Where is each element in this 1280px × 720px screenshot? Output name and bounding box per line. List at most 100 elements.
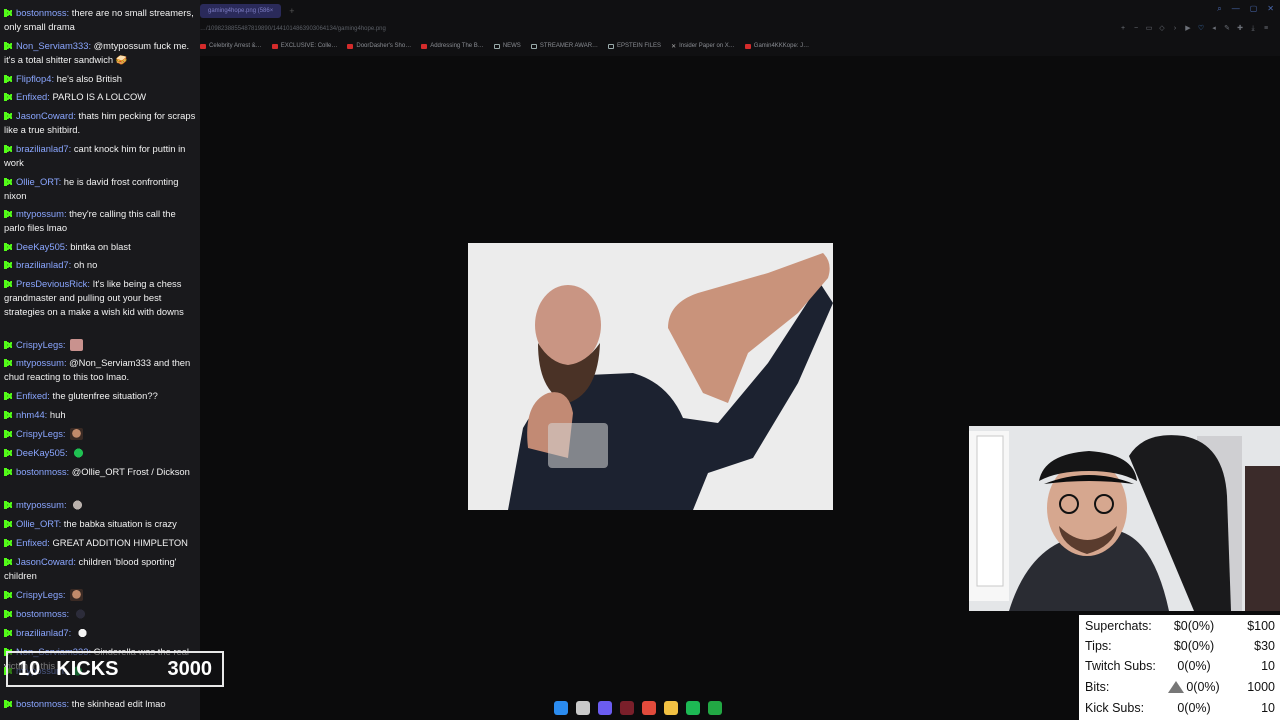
chrome-icon[interactable] bbox=[642, 701, 656, 715]
stat-goal: 1000 bbox=[1247, 680, 1275, 694]
chat-username[interactable]: bostonmoss bbox=[16, 7, 67, 18]
kick-badge-icon bbox=[4, 341, 12, 349]
restore-icon[interactable]: ▢ bbox=[1250, 4, 1258, 14]
zoom-in-icon[interactable]: + bbox=[1119, 25, 1127, 33]
heart-icon[interactable]: ♡ bbox=[1197, 25, 1205, 33]
folder-icon[interactable] bbox=[664, 701, 678, 715]
search-icon[interactable] bbox=[576, 701, 590, 715]
bookmark-item[interactable]: Addressing The B… bbox=[421, 43, 484, 49]
chat-username[interactable]: JasonCoward bbox=[16, 110, 73, 121]
bookmark-item[interactable]: Gamin4KKKope: J… bbox=[744, 43, 809, 49]
bookmarks-bar: Celebrity Arrest &… EXCLUSIVE: Colle… Door… bbox=[200, 40, 809, 52]
new-tab-button[interactable]: + bbox=[285, 6, 298, 16]
chat-username[interactable]: bostonmoss bbox=[16, 698, 67, 709]
close-icon[interactable]: ✕ bbox=[1267, 4, 1274, 14]
discord-icon[interactable] bbox=[598, 701, 612, 715]
stat-value-cell: $0(0%) bbox=[1159, 636, 1229, 656]
chat-username[interactable]: DeeKay505 bbox=[16, 241, 65, 252]
chat-username[interactable]: CrispyLegs bbox=[16, 339, 63, 350]
chat-username[interactable]: Ollie_ORT bbox=[16, 518, 59, 529]
bookmark-label: Insider Paper on X… bbox=[679, 43, 735, 49]
tab-icon[interactable]: ▭ bbox=[1145, 25, 1153, 33]
xbox-icon[interactable] bbox=[708, 701, 722, 715]
puzzle-icon[interactable]: ✚ bbox=[1236, 25, 1244, 33]
kick-badge-icon bbox=[4, 178, 12, 186]
chat-username[interactable]: JasonCoward bbox=[16, 556, 73, 567]
chat-username[interactable]: mtypossum bbox=[16, 357, 64, 368]
kicks-goal-box: 10 KICKS 3000 bbox=[6, 651, 224, 687]
chat-message: DeeKay505: bbox=[4, 446, 196, 460]
kick-badge-icon bbox=[4, 411, 12, 419]
stat-value-cell: 0(0%) bbox=[1159, 656, 1229, 676]
chat-username[interactable]: nhm44 bbox=[16, 409, 45, 420]
chat-username[interactable]: CrispyLegs bbox=[16, 428, 63, 439]
search-icon[interactable]: ⌕ bbox=[1217, 4, 1221, 14]
chat-colon: : bbox=[65, 447, 71, 458]
chat-message: mtypossum: bbox=[4, 498, 196, 512]
chat-username[interactable]: brazilianlad7 bbox=[16, 259, 69, 270]
play-icon[interactable]: ▶ bbox=[1184, 25, 1192, 33]
kick-badge-icon bbox=[4, 145, 12, 153]
brush-icon[interactable]: ✎ bbox=[1223, 25, 1231, 33]
bits-icon bbox=[1168, 681, 1185, 693]
stream-layout: gaming4hope.png (586× + …/10982388554878… bbox=[0, 0, 1280, 720]
menu-icon[interactable]: ≡ bbox=[1262, 25, 1270, 33]
bookmark-icon[interactable]: ◇ bbox=[1158, 25, 1166, 33]
chat-message: CrispyLegs: bbox=[4, 588, 196, 602]
zoom-out-icon[interactable]: − bbox=[1132, 25, 1140, 33]
browser-tab[interactable]: gaming4hope.png (586× bbox=[200, 4, 282, 18]
chat-text: the babka situation is crazy bbox=[63, 518, 177, 529]
chat-username[interactable]: Ollie_ORT bbox=[16, 176, 59, 187]
download-icon[interactable]: ⤓ bbox=[1249, 25, 1257, 33]
stat-row: Tips: $0(0%) $30 bbox=[1085, 636, 1275, 656]
spotify-icon[interactable] bbox=[686, 701, 700, 715]
chat-message: Enfixed: the glutenfree situation?? bbox=[4, 389, 196, 403]
chat-username[interactable]: Non_Serviam333 bbox=[16, 40, 88, 51]
bookmark-item[interactable]: DoorDasher's Sho… bbox=[347, 43, 411, 49]
chat-username[interactable]: Enfixed bbox=[16, 537, 47, 548]
browser-toolbar: + − ▭ ◇ › ▶ ♡ ◂ ✎ ✚ ⤓ ≡ bbox=[1119, 25, 1270, 33]
bookmark-item[interactable]: NEWS bbox=[493, 43, 521, 49]
chat-colon: : bbox=[63, 499, 70, 510]
kick-badge-icon bbox=[4, 449, 12, 457]
displayed-image bbox=[468, 243, 833, 510]
chat-username[interactable]: brazilianlad7 bbox=[16, 143, 69, 154]
stat-value-cell: $0(0%) bbox=[1159, 616, 1229, 636]
forward-icon[interactable]: › bbox=[1171, 25, 1179, 33]
chat-message: brazilianlad7: bbox=[4, 626, 196, 640]
chat-text: the skinhead edit lmao bbox=[71, 698, 166, 709]
minimize-icon[interactable]: — bbox=[1232, 4, 1240, 14]
chat-username[interactable]: DeeKay505 bbox=[16, 447, 65, 458]
chat-username[interactable]: brazilianlad7 bbox=[16, 627, 69, 638]
kick-badge-icon bbox=[4, 629, 12, 637]
bookmark-label: NEWS bbox=[502, 43, 521, 49]
chat-message: bostonmoss: the skinhead edit lmao bbox=[4, 697, 196, 711]
chat-username[interactable]: bostonmoss bbox=[16, 608, 67, 619]
chat-username[interactable]: PresDeviousRick bbox=[16, 278, 87, 289]
chat-message: Ollie_ORT: the babka situation is crazy bbox=[4, 517, 196, 531]
bookmark-item[interactable]: EPSTEIN FILES bbox=[608, 43, 661, 49]
stat-value: $0(0%) bbox=[1173, 619, 1215, 633]
chat-username[interactable]: mtypossum bbox=[16, 208, 64, 219]
webcam-feed bbox=[969, 426, 1280, 611]
chat-username[interactable]: Enfixed bbox=[16, 390, 47, 401]
chat-text: GREAT ADDITION HIMPLETON bbox=[52, 537, 188, 548]
speaker-icon[interactable]: ◂ bbox=[1210, 25, 1218, 33]
chat-username[interactable]: Enfixed bbox=[16, 91, 47, 102]
bookmark-item[interactable]: Celebrity Arrest &… bbox=[200, 43, 262, 49]
bookmark-item[interactable]: ✕ Insider Paper on X… bbox=[671, 43, 735, 50]
obs-icon[interactable] bbox=[620, 701, 634, 715]
emote-icon bbox=[70, 428, 84, 440]
chat-username[interactable]: mtypossum bbox=[16, 499, 64, 510]
url-bar[interactable]: …/1098238855487819890/144101486390306413… bbox=[200, 22, 580, 36]
stat-label: Bits: bbox=[1085, 680, 1110, 694]
chat-username[interactable]: Flipflop4 bbox=[16, 73, 51, 84]
chat-username[interactable]: bostonmoss bbox=[16, 466, 67, 477]
bookmark-item[interactable]: EXCLUSIVE: Colle… bbox=[271, 43, 337, 49]
kick-badge-icon bbox=[4, 591, 12, 599]
bookmark-item[interactable]: STREAMER AWAR… bbox=[530, 43, 598, 49]
chat-panel: bostonmoss: there are no small streamers… bbox=[0, 0, 200, 720]
chat-username[interactable]: CrispyLegs bbox=[16, 589, 63, 600]
windows-start-icon[interactable] bbox=[554, 701, 568, 715]
kicks-target: 3000 bbox=[167, 657, 213, 680]
